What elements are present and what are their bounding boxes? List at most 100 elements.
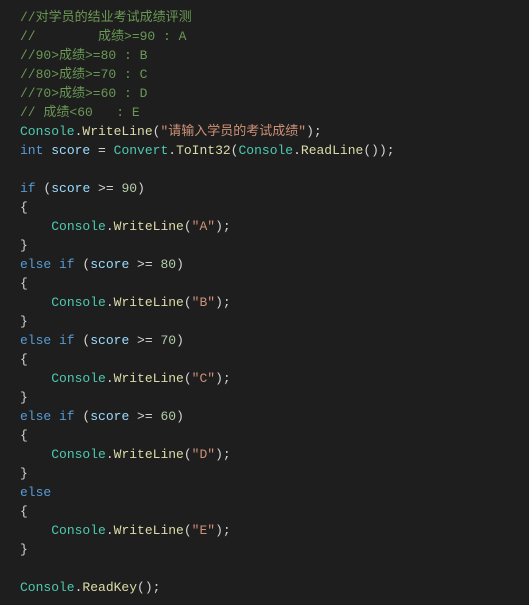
type-token: Console <box>51 371 106 386</box>
number-token: 90 <box>121 181 137 196</box>
code-line: } <box>20 540 529 559</box>
punct: ) <box>215 371 223 386</box>
identifier: score <box>90 257 129 272</box>
punct: ; <box>223 219 231 234</box>
code-line: } <box>20 312 529 331</box>
punct: ; <box>223 447 231 462</box>
punct: ) <box>215 523 223 538</box>
type-token: Convert <box>114 143 169 158</box>
comment: //70>成绩>=60 : D <box>20 86 147 101</box>
identifier: score <box>90 333 129 348</box>
punct: >= <box>90 181 121 196</box>
punct: = <box>90 143 113 158</box>
keyword-token: else if <box>20 409 75 424</box>
type-token: Console <box>51 295 106 310</box>
punct: ) <box>176 409 184 424</box>
type-token: Console <box>51 523 106 538</box>
type-token: Console <box>51 447 106 462</box>
code-line: } <box>20 236 529 255</box>
punct: } <box>20 542 28 557</box>
punct: { <box>20 504 28 519</box>
code-line: { <box>20 198 529 217</box>
method-token: WriteLine <box>114 219 184 234</box>
punct: ( <box>184 371 192 386</box>
code-line: int score = Convert.ToInt32(Console.Read… <box>20 141 529 160</box>
comment: //90>成绩>=80 : B <box>20 48 147 63</box>
punct: ) <box>137 181 145 196</box>
punct: { <box>20 352 28 367</box>
code-line: else if (score >= 70) <box>20 331 529 350</box>
code-line: Console.WriteLine("D"); <box>20 445 529 464</box>
punct: ) <box>215 447 223 462</box>
code-line: { <box>20 502 529 521</box>
punct: ; <box>223 295 231 310</box>
punct: ; <box>387 143 395 158</box>
punct: { <box>20 200 28 215</box>
punct: ; <box>314 124 322 139</box>
punct: . <box>293 143 301 158</box>
punct: ) <box>306 124 314 139</box>
comment: // 成绩>=90 : A <box>20 29 186 44</box>
code-line: Console.ReadKey(); <box>20 578 529 597</box>
punct: . <box>106 295 114 310</box>
keyword-token: else if <box>20 257 75 272</box>
punct: . <box>106 523 114 538</box>
keyword-token: else if <box>20 333 75 348</box>
punct: ) <box>215 219 223 234</box>
code-line: } <box>20 464 529 483</box>
method-token: WriteLine <box>114 295 184 310</box>
punct: ( <box>137 580 145 595</box>
identifier: score <box>51 143 90 158</box>
code-line: Console.WriteLine("请输入学员的考试成绩"); <box>20 122 529 141</box>
comment: //对学员的结业考试成绩评测 <box>20 10 192 25</box>
punct: { <box>20 428 28 443</box>
code-line: if (score >= 90) <box>20 179 529 198</box>
punct: >= <box>129 333 160 348</box>
string-token: "E" <box>192 523 215 538</box>
keyword-token: else <box>20 485 51 500</box>
punct: . <box>106 371 114 386</box>
string-token: "D" <box>192 447 215 462</box>
code-line: // 成绩>=90 : A <box>20 27 529 46</box>
punct: >= <box>129 257 160 272</box>
code-line: //对学员的结业考试成绩评测 <box>20 8 529 27</box>
punct: >= <box>129 409 160 424</box>
type-token: Console <box>20 124 75 139</box>
blank-line <box>20 559 529 578</box>
code-line: //90>成绩>=80 : B <box>20 46 529 65</box>
keyword-token: if <box>20 181 36 196</box>
method-token: ReadKey <box>82 580 137 595</box>
punct: ) <box>215 295 223 310</box>
code-line: else <box>20 483 529 502</box>
punct: . <box>106 219 114 234</box>
code-line: //70>成绩>=60 : D <box>20 84 529 103</box>
comment: //80>成绩>=70 : C <box>20 67 147 82</box>
string-token: "请输入学员的考试成绩" <box>160 124 306 139</box>
method-token: WriteLine <box>82 124 152 139</box>
method-token: WriteLine <box>114 371 184 386</box>
method-token: WriteLine <box>114 523 184 538</box>
identifier: score <box>51 181 90 196</box>
code-line: //80>成绩>=70 : C <box>20 65 529 84</box>
punct: ) <box>176 333 184 348</box>
number-token: 60 <box>160 409 176 424</box>
punct: ) <box>371 143 379 158</box>
code-line: Console.WriteLine("A"); <box>20 217 529 236</box>
punct: ) <box>379 143 387 158</box>
punct: ) <box>176 257 184 272</box>
punct: . <box>168 143 176 158</box>
code-line: { <box>20 350 529 369</box>
punct: } <box>20 466 28 481</box>
number-token: 80 <box>160 257 176 272</box>
code-line: { <box>20 426 529 445</box>
code-line: Console.WriteLine("E"); <box>20 521 529 540</box>
string-token: "A" <box>192 219 215 234</box>
punct: ( <box>184 523 192 538</box>
keyword-token: int <box>20 143 43 158</box>
type-token: Console <box>51 219 106 234</box>
punct: ( <box>184 219 192 234</box>
method-token: ToInt32 <box>176 143 231 158</box>
punct: ) <box>145 580 153 595</box>
code-line: Console.WriteLine("B"); <box>20 293 529 312</box>
punct: } <box>20 314 28 329</box>
